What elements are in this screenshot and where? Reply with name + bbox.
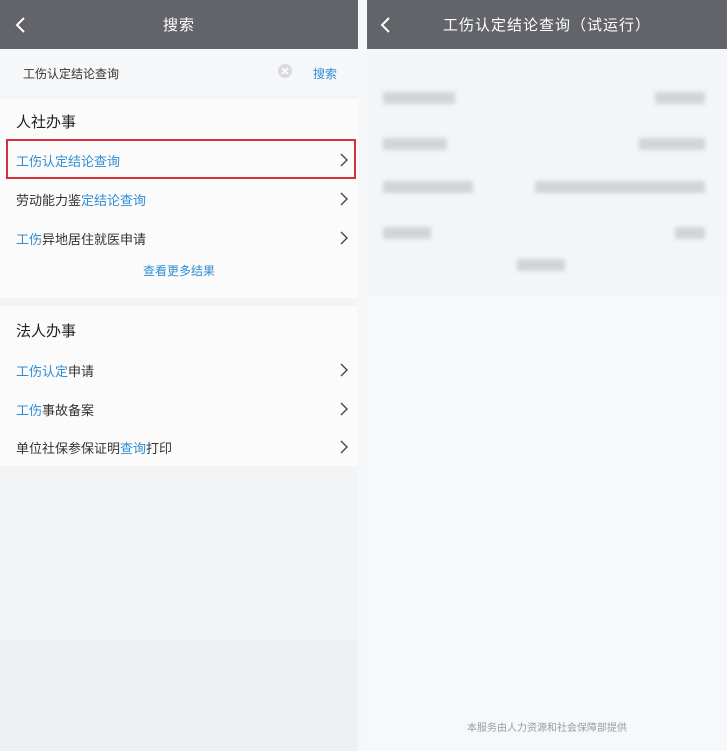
result-label-suffix: 申请 bbox=[68, 365, 95, 380]
search-panel: 搜索 工伤认定结论查询 搜索 人社办事 工伤认定结论查询 劳动能力鉴定结论查询 … bbox=[0, 0, 358, 751]
redacted-value bbox=[655, 92, 705, 104]
search-bar: 工伤认定结论查询 搜索 bbox=[0, 49, 358, 95]
background-area bbox=[0, 640, 358, 751]
query-result-card bbox=[367, 49, 727, 295]
view-more-link[interactable]: 查看更多结果 bbox=[0, 262, 358, 279]
result-label-prefix: 单位社保参保证明 bbox=[16, 442, 121, 457]
panel-divider bbox=[358, 0, 367, 751]
clear-icon[interactable] bbox=[277, 63, 293, 83]
result-label-highlight: 工伤 bbox=[16, 404, 43, 419]
page-title: 工伤认定结论查询（试运行） bbox=[442, 16, 651, 34]
section-title: 人社办事 bbox=[16, 113, 77, 131]
redacted-field bbox=[383, 138, 447, 150]
back-icon[interactable] bbox=[14, 0, 38, 49]
list-item[interactable]: 单位社保参保证明查询打印 bbox=[0, 427, 358, 465]
redacted-value bbox=[535, 181, 705, 193]
chevron-right-icon bbox=[340, 191, 348, 210]
result-label-suffix: 打印 bbox=[146, 442, 173, 457]
chevron-right-icon bbox=[340, 362, 348, 381]
section-title: 法人办事 bbox=[16, 322, 77, 340]
list-item[interactable]: 工伤异地居住就医申请 bbox=[0, 218, 358, 256]
result-label-suffix: 异地居住就医申请 bbox=[42, 233, 147, 248]
result-label-suffix: 事故备案 bbox=[42, 404, 95, 419]
result-label-highlight: 工伤 bbox=[16, 233, 43, 248]
list-item[interactable]: 工伤事故备案 bbox=[0, 389, 358, 427]
left-navbar: 搜索 bbox=[0, 0, 358, 49]
redacted-value bbox=[675, 227, 705, 239]
redacted-value bbox=[517, 259, 565, 271]
section-corporate-services: 法人办事 工伤认定申请 工伤事故备案 单位社保参保证明查询打印 bbox=[0, 306, 358, 466]
result-label-prefix: 劳动能力鉴 bbox=[16, 194, 82, 209]
back-icon[interactable] bbox=[379, 0, 403, 49]
footer-note: 本服务由人力资源和社会保障部提供 bbox=[467, 723, 627, 734]
redacted-field bbox=[383, 227, 431, 239]
redacted-field bbox=[383, 92, 455, 104]
search-button[interactable]: 搜索 bbox=[313, 65, 337, 82]
right-navbar: 工伤认定结论查询（试运行） bbox=[367, 0, 727, 49]
list-item[interactable]: 劳动能力鉴定结论查询 bbox=[0, 179, 358, 217]
search-input[interactable]: 工伤认定结论查询 bbox=[23, 65, 119, 82]
result-label-highlight: 定结论查询 bbox=[81, 194, 147, 209]
result-label-highlight: 工伤认定 bbox=[16, 365, 69, 380]
chevron-right-icon bbox=[340, 439, 348, 458]
redacted-field bbox=[383, 181, 473, 193]
list-item[interactable]: 工伤认定申请 bbox=[0, 350, 358, 388]
chevron-right-icon bbox=[340, 230, 348, 249]
section-personal-services: 人社办事 工伤认定结论查询 劳动能力鉴定结论查询 工伤异地居住就医申请 查看更多… bbox=[0, 99, 358, 298]
redacted-value bbox=[639, 138, 705, 150]
result-panel: 工伤认定结论查询（试运行） 本服务由人力资源和社会保障部提供 bbox=[367, 0, 727, 751]
result-label-highlight: 查询 bbox=[120, 442, 147, 457]
page-title: 搜索 bbox=[162, 16, 195, 34]
chevron-right-icon bbox=[340, 401, 348, 420]
highlight-box bbox=[6, 139, 356, 179]
